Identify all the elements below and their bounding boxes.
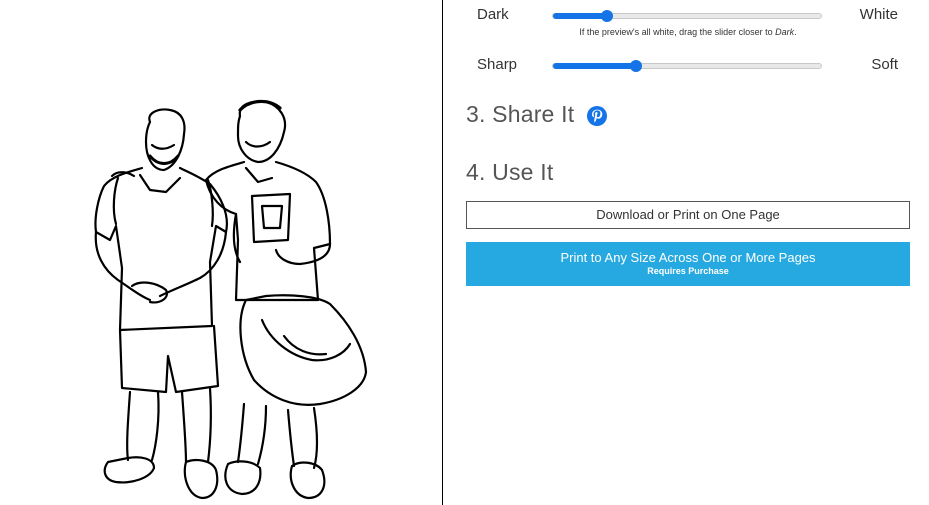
use-title: 4. Use It (466, 159, 554, 185)
preview-image (0, 0, 443, 505)
softness-slider-thumb[interactable] (630, 60, 643, 72)
sketch-illustration (94, 99, 368, 500)
softness-slider[interactable] (552, 60, 822, 72)
darkness-label-left: Dark (477, 6, 509, 23)
print-any-size-label: Print to Any Size Across One or More Pag… (560, 250, 816, 265)
print-any-size-button[interactable]: Print to Any Size Across One or More Pag… (466, 242, 910, 286)
darkness-slider-thumb[interactable] (600, 10, 613, 22)
download-button[interactable]: Download or Print on One Page (466, 201, 910, 229)
requires-purchase-label: Requires Purchase (647, 266, 729, 276)
hint-text: If the preview's all white, drag the sli… (579, 27, 776, 37)
hint-emphasis: Dark (775, 27, 795, 37)
darkness-slider[interactable] (552, 10, 822, 22)
hint-suffix: . (794, 27, 797, 37)
pinterest-icon-glyph (587, 106, 607, 126)
darkness-slider-fill (553, 13, 607, 19)
share-title: 3. Share It (466, 101, 575, 127)
pinterest-icon[interactable] (587, 106, 607, 126)
softness-label-left: Sharp (477, 56, 518, 73)
darkness-label-right: White (859, 6, 898, 23)
softness-label-right: Soft (871, 56, 898, 73)
slider-hint: If the preview's all white, drag the sli… (466, 27, 910, 37)
darkness-slider-row: Dark White (466, 6, 910, 26)
softness-slider-row: Sharp Soft (466, 56, 910, 76)
page: Dark White If the preview's all white, d… (0, 0, 929, 505)
softness-slider-fill (553, 63, 637, 69)
